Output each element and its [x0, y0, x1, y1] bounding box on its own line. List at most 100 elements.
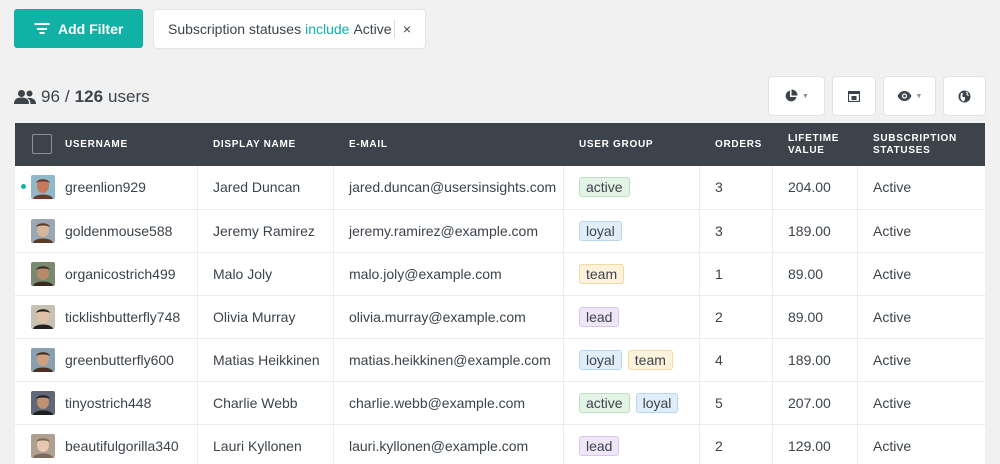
map-view-button[interactable] [944, 77, 985, 115]
subscription-status-cell: Active [873, 179, 912, 195]
email-cell[interactable]: jeremy.ramirez@example.com [349, 210, 538, 252]
display-name-cell: Lauri Kyllonen [213, 438, 302, 454]
orders-cell: 3 [715, 223, 723, 239]
avatar[interactable] [31, 262, 55, 286]
email-cell[interactable]: malo.joly@example.com [349, 253, 502, 295]
column-header-user-group[interactable]: USER GROUP [579, 139, 653, 151]
lifetime-value-cell: 189.00 [788, 352, 831, 368]
username-cell[interactable]: goldenmouse588 [65, 210, 172, 252]
users-table-body: greenlion929 Jared Duncan jared.duncan@use… [15, 166, 985, 464]
user-group-cell: loyal [579, 210, 622, 252]
column-header-lifetime-value-line2: VALUE [788, 145, 825, 156]
user-group-tag[interactable]: loyal [579, 350, 622, 370]
count-unit: users [108, 87, 150, 106]
email-cell[interactable]: olivia.murray@example.com [349, 296, 526, 338]
select-all-checkbox[interactable] [32, 134, 52, 154]
user-group-tag[interactable]: lead [579, 307, 620, 327]
table-row[interactable]: ticklishbutterfly748 Olivia Murray olivia.… [15, 295, 985, 338]
lifetime-value-cell: 129.00 [788, 438, 831, 454]
user-group-cell: lead [579, 296, 620, 338]
column-divider [333, 166, 334, 464]
table-row[interactable]: organicostrich499 Malo Joly malo.joly@exam… [15, 252, 985, 295]
eye-icon [897, 91, 912, 101]
user-group-tag[interactable]: active [579, 177, 630, 197]
lifetime-value-cell: 89.00 [788, 266, 824, 282]
lifetime-value-cell: 189.00 [788, 223, 831, 239]
email-cell[interactable]: charlie.webb@example.com [349, 382, 525, 424]
table-row[interactable]: beautifulgorilla340 Lauri Kyllonen lauri.k… [15, 424, 985, 464]
username-cell[interactable]: greenlion929 [65, 166, 146, 208]
column-divider [197, 166, 198, 464]
user-count: 96 / 126 users [14, 86, 150, 108]
orders-cell: 4 [715, 352, 723, 368]
remove-filter-close-icon[interactable]: × [400, 21, 414, 37]
table-row[interactable]: tinyostrich448 Charlie Webb charlie.webb@e… [15, 381, 985, 424]
subscription-status-cell: Active [873, 395, 912, 411]
user-group-tag[interactable]: loyal [635, 393, 679, 413]
segments-button[interactable]: ▼ [769, 77, 824, 115]
email-cell[interactable]: jared.duncan@usersinsights.com [349, 166, 556, 208]
avatar[interactable] [31, 175, 55, 199]
active-filter-chip[interactable]: Subscription statuses include Active × [154, 10, 425, 48]
column-header-subscription-statuses[interactable]: SUBSCRIPTION STATUSES [873, 133, 957, 157]
email-cell[interactable]: lauri.kyllonen@example.com [349, 425, 528, 464]
display-name-cell: Charlie Webb [213, 395, 298, 411]
add-filter-button[interactable]: Add Filter [14, 9, 143, 48]
column-header-email[interactable]: E-MAIL [349, 139, 388, 151]
count-separator: / [64, 87, 70, 106]
column-header-display-name[interactable]: DISPLAY NAME [213, 139, 296, 151]
display-name-cell: Olivia Murray [213, 309, 296, 325]
add-filter-label: Add Filter [58, 20, 124, 37]
column-header-lifetime-value[interactable]: LIFETIME VALUE [788, 133, 839, 157]
column-header-orders[interactable]: ORDERS [715, 139, 762, 151]
email-cell[interactable]: matias.heikkinen@example.com [349, 339, 551, 381]
orders-cell: 5 [715, 395, 723, 411]
username-cell[interactable]: organicostrich499 [65, 253, 176, 295]
user-group-tag[interactable]: active [579, 393, 630, 413]
avatar[interactable] [31, 348, 55, 372]
shown-count: 96 [41, 87, 60, 106]
user-group-tag[interactable]: team [627, 350, 673, 370]
visibility-button[interactable]: ▼ [884, 77, 935, 115]
user-group-tag[interactable]: lead [579, 436, 620, 456]
avatar[interactable] [31, 305, 55, 329]
column-divider [563, 166, 564, 464]
table-row[interactable]: goldenmouse588 Jeremy Ramirez jeremy.ramir… [15, 209, 985, 252]
subscription-status-cell: Active [873, 223, 912, 239]
user-group-tag[interactable]: team [579, 264, 625, 284]
column-header-username[interactable]: USERNAME [65, 139, 128, 151]
user-group-cell: team [579, 253, 625, 295]
avatar[interactable] [31, 219, 55, 243]
avatar[interactable] [31, 391, 55, 415]
columns-icon [848, 90, 860, 102]
avatar[interactable] [31, 434, 55, 458]
columns-button[interactable] [833, 77, 875, 115]
user-group-cell: lead [579, 425, 620, 464]
subscription-status-cell: Active [873, 266, 912, 282]
column-header-subscription-line2: STATUSES [873, 145, 931, 156]
username-cell[interactable]: beautifulgorilla340 [65, 425, 179, 464]
subscription-status-cell: Active [873, 352, 912, 368]
orders-cell: 2 [715, 438, 723, 454]
table-row[interactable]: greenlion929 Jared Duncan jared.duncan@use… [15, 166, 985, 209]
table-header: USERNAME DISPLAY NAME E-MAIL USER GROUP … [15, 123, 985, 166]
column-divider [857, 166, 858, 464]
globe-icon [958, 90, 971, 102]
user-group-cell: active [579, 166, 630, 208]
user-group-tag[interactable]: loyal [579, 221, 622, 241]
lifetime-value-cell: 204.00 [788, 179, 831, 195]
chip-divider [394, 20, 395, 38]
display-name-cell: Jeremy Ramirez [213, 223, 315, 239]
subscription-status-cell: Active [873, 438, 912, 454]
column-header-subscription-line1: SUBSCRIPTION [873, 133, 957, 144]
username-cell[interactable]: tinyostrich448 [65, 382, 151, 424]
display-name-cell: Matias Heikkinen [213, 352, 320, 368]
orders-cell: 1 [715, 266, 723, 282]
orders-cell: 2 [715, 309, 723, 325]
username-cell[interactable]: greenbutterfly600 [65, 339, 174, 381]
user-group-cell: active loyal [579, 382, 679, 424]
table-row[interactable]: greenbutterfly600 Matias Heikkinen matias.… [15, 338, 985, 381]
user-group-cell: loyal team [579, 339, 673, 381]
username-cell[interactable]: ticklishbutterfly748 [65, 296, 180, 338]
filter-value: Active [353, 21, 392, 37]
